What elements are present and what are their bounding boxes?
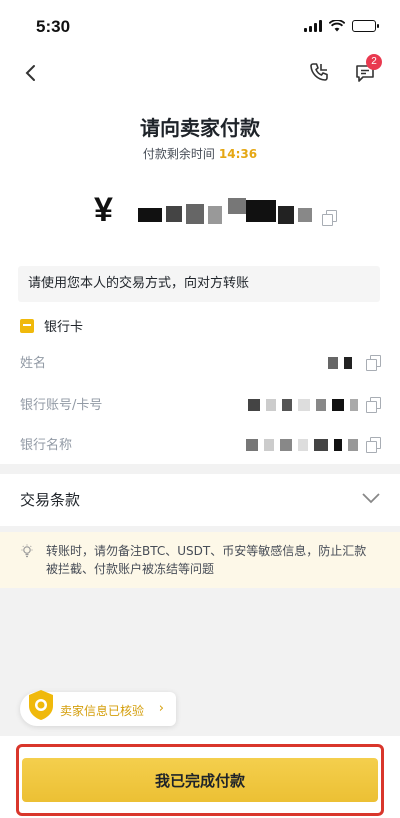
field-label: 银行账号/卡号 — [20, 398, 103, 413]
copy-bank-icon[interactable] — [366, 437, 381, 453]
redacted-value — [328, 357, 352, 369]
notification-badge: 2 — [366, 54, 382, 70]
back-arrow-icon[interactable] — [20, 62, 42, 84]
countdown-value: 14:36 — [218, 147, 258, 161]
status-icons — [304, 20, 379, 32]
phone-icon[interactable] — [308, 61, 330, 83]
payment-amount: ¥ — [94, 188, 113, 232]
status-bar: 5:30 — [0, 0, 400, 52]
field-name: 姓名 — [20, 352, 381, 374]
redacted-amount — [138, 198, 312, 224]
status-time: 5:30 — [36, 17, 71, 36]
cellular-signal-icon — [304, 20, 322, 32]
field-account-number: 银行账号/卡号 — [20, 394, 381, 416]
copy-account-icon[interactable] — [366, 397, 381, 413]
field-label: 银行名称 — [20, 438, 73, 453]
chevron-right-icon: › — [158, 701, 164, 716]
trade-terms-label: 交易条款 — [20, 491, 81, 509]
redacted-value — [248, 399, 358, 411]
page-title: 请向卖家付款 — [140, 116, 260, 140]
warning-banner: 转账时，请勿备注BTC、USDT、币安等敏感信息，防止汇款被拦截、付款账户被冻结… — [0, 532, 400, 588]
payment-completed-button[interactable]: 我已完成付款 — [22, 758, 378, 802]
trade-terms-row[interactable]: 交易条款 — [0, 474, 400, 526]
warning-text: 转账时，请勿备注BTC、USDT、币安等敏感信息，防止汇款被拦截、付款账户被冻结… — [46, 544, 367, 576]
chevron-down-icon — [362, 493, 380, 504]
payment-countdown: 付款剩余时间 14:36 — [0, 145, 400, 162]
shield-check-icon — [29, 690, 53, 720]
wifi-icon — [329, 20, 345, 32]
lightbulb-icon — [21, 544, 33, 558]
copy-name-icon[interactable] — [366, 355, 381, 371]
seller-verified-pill[interactable]: 卖家信息已核验 › — [20, 690, 176, 726]
bank-card-icon — [20, 318, 34, 333]
payment-method: 银行卡 — [20, 316, 83, 335]
payment-notice: 请使用您本人的交易方式，向对方转账 — [18, 266, 380, 302]
redacted-value — [246, 439, 358, 451]
countdown-label: 付款剩余时间 — [142, 147, 215, 161]
field-bank-name: 银行名称 — [20, 434, 381, 456]
field-label: 姓名 — [20, 356, 47, 371]
payment-method-label: 银行卡 — [44, 320, 84, 335]
battery-icon — [352, 20, 379, 32]
currency-symbol: ¥ — [94, 190, 113, 229]
seller-verified-label: 卖家信息已核验 — [60, 704, 145, 718]
